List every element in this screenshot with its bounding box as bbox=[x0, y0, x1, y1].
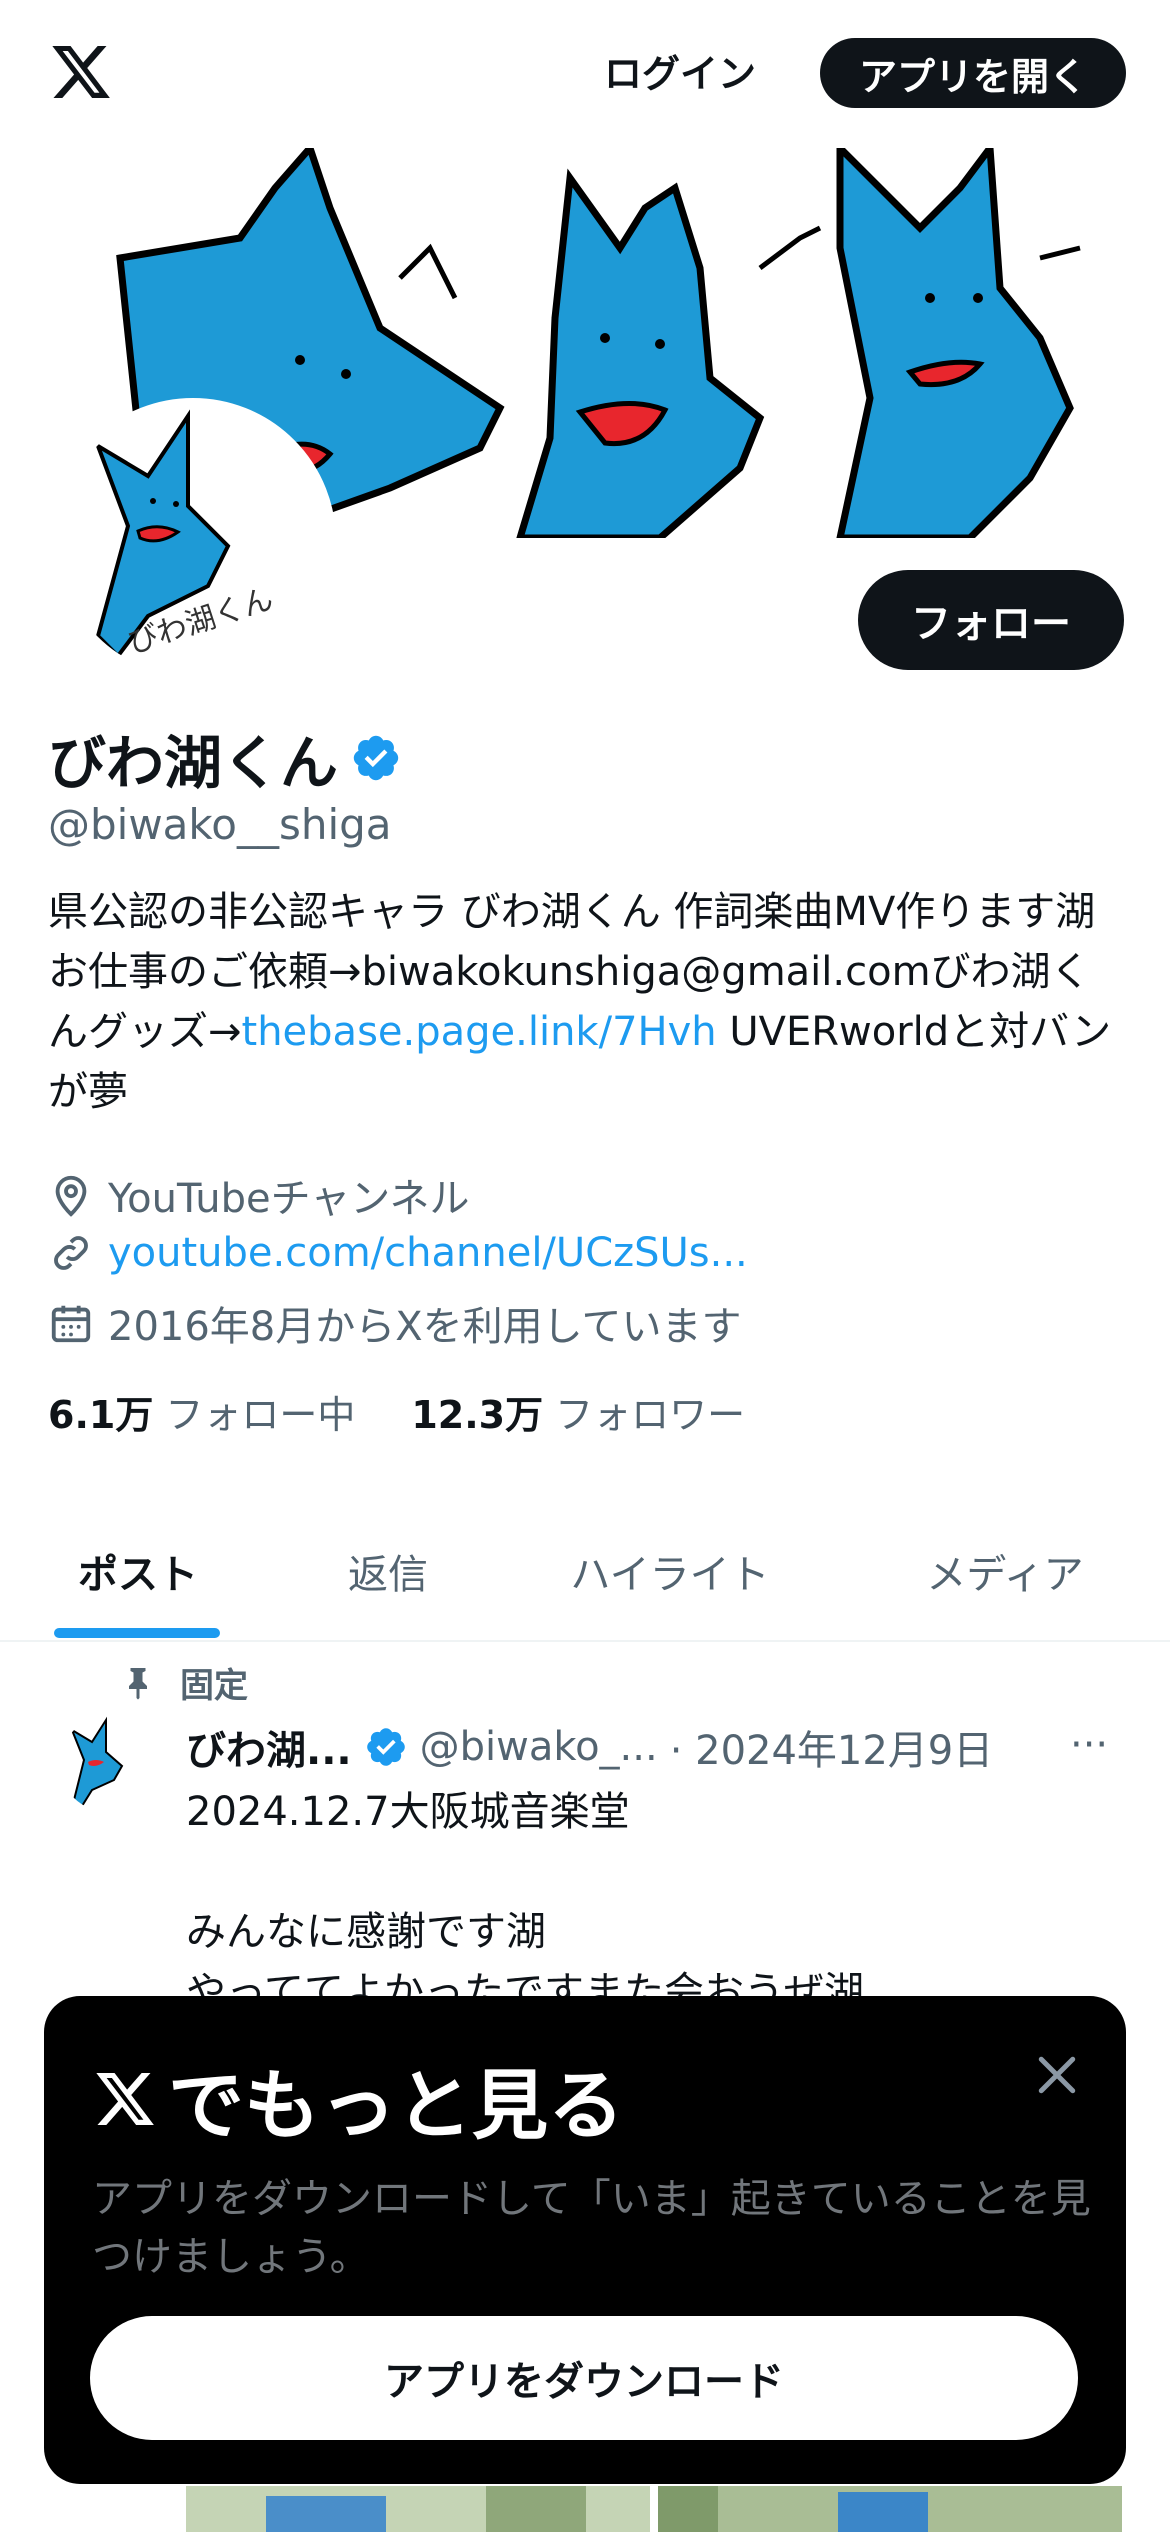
follow-button[interactable]: フォロー bbox=[858, 570, 1124, 670]
location-pin-icon bbox=[55, 1175, 87, 1217]
post-author-name[interactable]: びわ湖... bbox=[186, 1718, 352, 1776]
tab-posts[interactable]: ポスト bbox=[0, 1500, 276, 1642]
following-stat[interactable]: 6.1万 フォロー中 bbox=[48, 1384, 355, 1439]
post-text: 2024.12.7大阪城音楽堂 みんなに感謝です湖 やっててよかったですまた会お… bbox=[186, 1782, 1086, 2022]
profile-website[interactable]: youtube.com/channel/UCzSUs... bbox=[48, 1230, 748, 1276]
post-author-handle[interactable]: @biwako_... bbox=[420, 1724, 658, 1770]
location-text: YouTubeチャンネル bbox=[108, 1176, 470, 1222]
link-icon bbox=[54, 1236, 88, 1270]
bio-link[interactable]: thebase.page.link/7Hvh bbox=[242, 1009, 717, 1055]
post-image[interactable] bbox=[186, 2486, 650, 2532]
post-image[interactable] bbox=[658, 2486, 1122, 2532]
profile-tabs: ポスト 返信 ハイライト メディア bbox=[0, 1500, 1170, 1642]
tab-posts-label: ポスト bbox=[78, 1552, 198, 1598]
verified-badge-icon bbox=[353, 735, 399, 781]
modal-title-text: でもっと見る bbox=[168, 2061, 624, 2150]
pinned-indicator: 固定 bbox=[120, 1658, 248, 1707]
display-name: びわ湖くん bbox=[48, 716, 402, 800]
post-text-line: みんなに感謝です湖 bbox=[186, 1909, 546, 1955]
more-options-icon[interactable]: ··· bbox=[1070, 1722, 1108, 1768]
joined-text: 2016年8月からXを利用しています bbox=[108, 1304, 742, 1350]
profile-location: YouTubeチャンネル bbox=[48, 1166, 469, 1224]
tab-highlights[interactable]: ハイライト bbox=[500, 1500, 840, 1642]
tab-media[interactable]: メディア bbox=[840, 1500, 1170, 1642]
post-verified-badge-icon bbox=[366, 1728, 405, 1766]
app-promo-modal: でもっと見る アプリをダウンロードして「いま」起きていることを見つけましょう。 … bbox=[44, 1996, 1126, 2484]
profile-bio: 県公認の非公認キャラ びわ湖くん 作詞楽曲MV作ります湖 お仕事のご依頼→biw… bbox=[48, 882, 1128, 1122]
calendar-icon bbox=[51, 1305, 91, 1343]
tab-replies-label: 返信 bbox=[348, 1552, 428, 1598]
open-app-button[interactable]: アプリを開く bbox=[820, 38, 1126, 108]
pinned-label: 固定 bbox=[180, 1666, 248, 1706]
active-tab-indicator bbox=[54, 1628, 220, 1638]
pin-icon bbox=[129, 1667, 147, 1699]
x-logo-icon bbox=[96, 2073, 154, 2125]
follow-stats: 6.1万 フォロー中 12.3万 フォロワー bbox=[48, 1384, 745, 1439]
tab-highlights-label: ハイライト bbox=[570, 1552, 770, 1598]
profile-avatar[interactable]: びわ湖くん bbox=[50, 398, 336, 684]
close-icon[interactable] bbox=[1030, 2048, 1084, 2102]
tab-media-label: メディア bbox=[926, 1552, 1084, 1598]
followers-stat[interactable]: 12.3万 フォロワー bbox=[411, 1384, 745, 1439]
display-name-text: びわ湖くん bbox=[48, 729, 339, 797]
modal-description: アプリをダウンロードして「いま」起きていることを見つけましょう。 bbox=[92, 2176, 1091, 2280]
website-link[interactable]: youtube.com/channel/UCzSUs... bbox=[108, 1230, 748, 1276]
following-label: フォロー中 bbox=[165, 1393, 356, 1437]
following-count: 6.1万 bbox=[48, 1393, 154, 1437]
post-text-line bbox=[186, 1842, 1086, 1902]
modal-title: でもっと見る bbox=[92, 2044, 624, 2154]
post-author-avatar[interactable] bbox=[60, 1716, 156, 1812]
profile-joined: 2016年8月からXを利用しています bbox=[48, 1294, 741, 1352]
followers-label: フォロワー bbox=[555, 1393, 746, 1437]
followers-count: 12.3万 bbox=[411, 1393, 544, 1437]
tabs-divider bbox=[0, 1640, 1170, 1642]
post-header: びわ湖... @biwako_... · 2024年12月9日 bbox=[186, 1718, 993, 1776]
post-date[interactable]: · 2024年12月9日 bbox=[670, 1718, 994, 1776]
tab-replies[interactable]: 返信 bbox=[276, 1500, 500, 1642]
login-button[interactable]: ログイン bbox=[590, 38, 770, 102]
post-text-line: 2024.12.7大阪城音楽堂 bbox=[186, 1789, 630, 1835]
x-logo-icon[interactable] bbox=[48, 40, 114, 104]
profile-handle: @biwako__shiga bbox=[48, 800, 392, 849]
download-app-button[interactable]: アプリをダウンロード bbox=[90, 2316, 1078, 2440]
